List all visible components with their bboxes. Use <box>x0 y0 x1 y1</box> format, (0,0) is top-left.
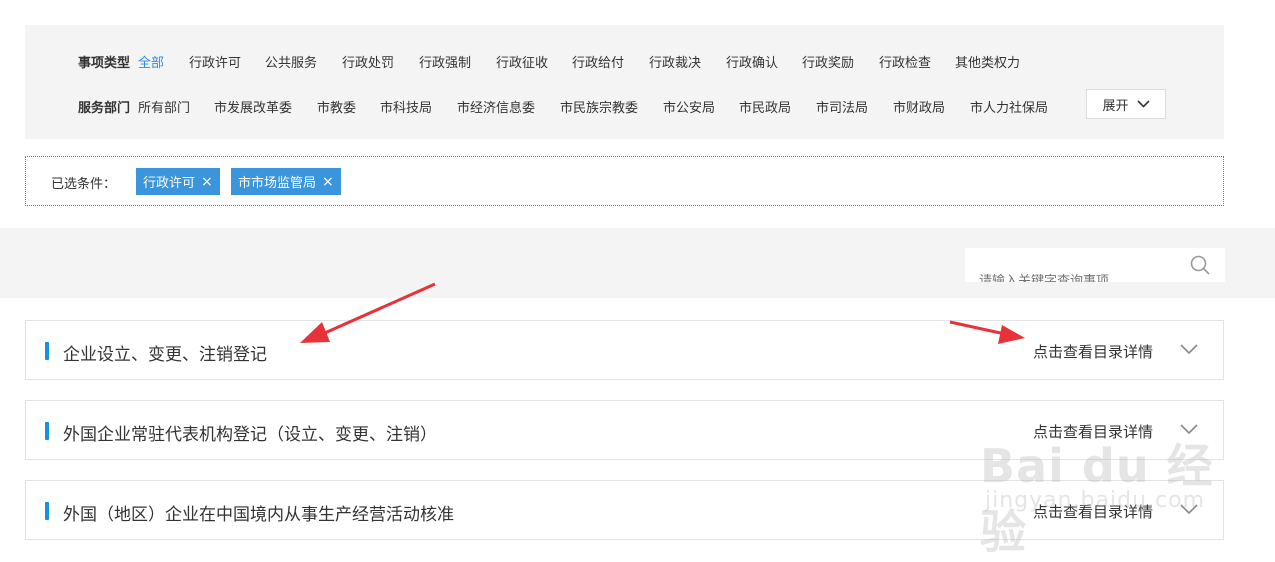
list-item[interactable]: 外国（地区）企业在中国境内从事生产经营活动核准 点击查看目录详情 <box>25 480 1224 540</box>
type-option-enforcement[interactable]: 行政强制 <box>419 52 471 71</box>
type-option-other[interactable]: 其他类权力 <box>955 52 1020 71</box>
dept-label: 服务部门 <box>78 101 131 116</box>
close-icon[interactable]: × <box>322 175 334 189</box>
list-item[interactable]: 企业设立、变更、注销登记 点击查看目录详情 <box>25 320 1224 380</box>
type-label: 事项类型 <box>78 56 131 71</box>
dept-option-hr-social-security[interactable]: 市人力社保局 <box>970 97 1048 116</box>
dept-option-science[interactable]: 市科技局 <box>380 97 432 116</box>
item-accent-bar <box>45 422 49 440</box>
search-icon[interactable] <box>1189 254 1211 276</box>
tag-label: 行政许可 <box>143 176 196 191</box>
item-title: 外国（地区）企业在中国境内从事生产经营活动核准 <box>63 505 454 525</box>
dept-option-economy-info[interactable]: 市经济信息委 <box>457 97 535 116</box>
list-item[interactable]: 外国企业常驻代表机构登记（设立、变更、注销） 点击查看目录详情 <box>25 400 1224 460</box>
type-option-penalty[interactable]: 行政处罚 <box>342 52 394 71</box>
dept-option-finance[interactable]: 市财政局 <box>893 97 945 116</box>
dept-option-all[interactable]: 所有部门 <box>138 97 190 116</box>
item-accent-bar <box>45 502 49 520</box>
chevron-down-icon[interactable] <box>1180 504 1198 515</box>
chevron-down-icon[interactable] <box>1180 424 1198 435</box>
dept-option-development-reform[interactable]: 市发展改革委 <box>214 97 292 116</box>
type-option-license[interactable]: 行政许可 <box>189 52 241 71</box>
type-option-inspection[interactable]: 行政检查 <box>879 52 931 71</box>
item-title: 企业设立、变更、注销登记 <box>63 345 267 365</box>
view-details-link[interactable]: 点击查看目录详情 <box>1033 421 1153 442</box>
type-option-ruling[interactable]: 行政裁决 <box>649 52 701 71</box>
selected-conditions: 已选条件： 行政许可 × 市市场监管局 × <box>25 156 1224 206</box>
filter-panel: 事项类型 服务部门 全部 行政许可 公共服务 行政处罚 行政强制 行政征收 行政… <box>25 25 1224 139</box>
search-box <box>965 248 1225 282</box>
type-option-confirmation[interactable]: 行政确认 <box>726 52 778 71</box>
type-option-public-service[interactable]: 公共服务 <box>265 52 317 71</box>
dept-option-public-security[interactable]: 市公安局 <box>663 97 715 116</box>
selected-tag-market-supervision: 市市场监管局 × <box>231 168 341 195</box>
type-option-benefit[interactable]: 行政给付 <box>572 52 624 71</box>
item-title: 外国企业常驻代表机构登记（设立、变更、注销） <box>63 425 437 445</box>
type-option-reward[interactable]: 行政奖励 <box>802 52 854 71</box>
type-option-all[interactable]: 全部 <box>138 52 164 71</box>
search-input[interactable] <box>979 274 1179 282</box>
expand-button[interactable]: 展开 <box>1086 89 1166 119</box>
dept-option-education[interactable]: 市教委 <box>317 97 356 116</box>
dept-option-justice[interactable]: 市司法局 <box>816 97 868 116</box>
close-icon[interactable]: × <box>201 175 213 189</box>
expand-label: 展开 <box>1102 98 1129 114</box>
view-details-link[interactable]: 点击查看目录详情 <box>1033 341 1153 362</box>
chevron-down-icon <box>1136 100 1150 108</box>
view-details-link[interactable]: 点击查看目录详情 <box>1033 501 1153 522</box>
dept-option-civil-affairs[interactable]: 市民政局 <box>739 97 791 116</box>
dept-option-ethnic-religion[interactable]: 市民族宗教委 <box>560 97 638 116</box>
selected-label: 已选条件： <box>51 177 117 192</box>
selected-tag-license: 行政许可 × <box>136 168 220 195</box>
tag-label: 市市场监管局 <box>238 176 317 191</box>
chevron-down-icon[interactable] <box>1180 344 1198 355</box>
type-option-levy[interactable]: 行政征收 <box>496 52 548 71</box>
item-accent-bar <box>45 342 49 360</box>
